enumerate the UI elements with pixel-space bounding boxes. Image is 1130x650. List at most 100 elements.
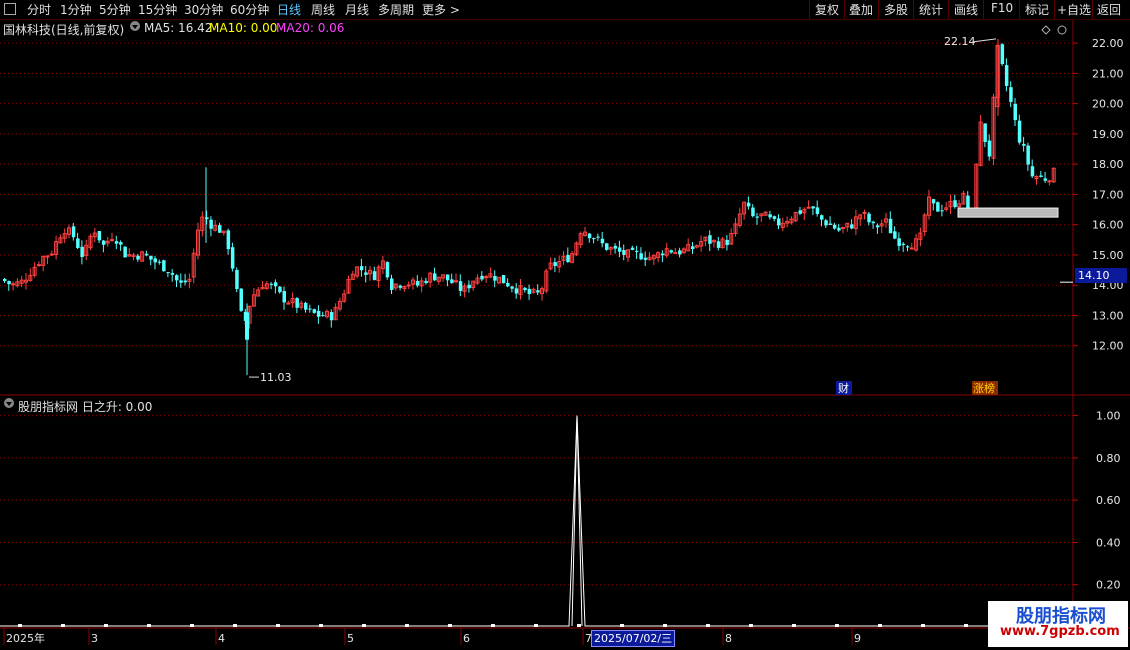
cost-band	[957, 207, 1059, 218]
candle-body	[1043, 178, 1048, 181]
candle-body	[359, 266, 364, 271]
indicator-dot	[577, 624, 581, 627]
candle-body	[3, 278, 7, 282]
candle-body	[936, 202, 940, 212]
indicator-dot	[276, 624, 280, 627]
date-label: 6	[463, 632, 470, 645]
candle-body	[445, 274, 450, 281]
candle-body	[966, 195, 970, 210]
candle-body	[772, 216, 777, 219]
candle-body	[669, 250, 673, 253]
candle-body	[893, 231, 897, 239]
candle-body	[1000, 44, 1005, 64]
indicator-dot	[706, 624, 710, 627]
dropdown-icon[interactable]	[4, 398, 14, 408]
candle-body	[123, 246, 127, 258]
diamond-icon	[1041, 25, 1051, 35]
candle-body	[136, 255, 140, 260]
candle-body	[278, 286, 282, 293]
dropdown-icon[interactable]	[130, 21, 140, 31]
candle-body	[239, 288, 243, 311]
price-tick-label: 12.00	[1092, 340, 1124, 353]
date-label: 4	[218, 632, 225, 645]
candle-body	[725, 239, 729, 246]
indicator-line	[0, 415, 1060, 627]
candle-body	[162, 260, 166, 272]
candle-body	[837, 227, 841, 231]
candle-body	[613, 245, 618, 249]
candle-body	[364, 272, 368, 275]
candle-body	[592, 238, 596, 240]
candle-body	[888, 218, 893, 234]
candle-body	[245, 312, 249, 340]
candle-body	[398, 285, 403, 288]
indicator-dot	[233, 624, 237, 627]
candle-body	[811, 206, 815, 209]
candle-body	[295, 298, 299, 308]
candle-body	[777, 218, 781, 226]
cursor-date-tag: 2025/07/02/三	[591, 630, 676, 647]
candle-body	[708, 235, 712, 244]
candle-body	[170, 273, 175, 275]
candle-body	[940, 210, 944, 212]
candle-body	[501, 275, 506, 284]
candle-body	[458, 281, 463, 291]
indicator-dot	[620, 624, 624, 627]
candle-body	[157, 261, 162, 263]
candle-body	[820, 215, 824, 220]
candle-body	[144, 253, 149, 256]
candle-body	[1039, 175, 1043, 177]
candle-body	[600, 238, 605, 244]
candle-body	[114, 241, 119, 244]
candle-body	[269, 283, 274, 285]
stock-title[interactable]: 国林科技(日线,前复权)	[3, 21, 124, 38]
indicator-dot	[362, 624, 366, 627]
candle-body	[617, 247, 622, 252]
indicator-dot	[749, 624, 753, 627]
candle-body	[746, 202, 751, 207]
candle-body	[372, 271, 377, 281]
price-tick-label: 17.00	[1092, 188, 1124, 201]
value-tick-label: 0.40	[1096, 536, 1121, 549]
candle-body	[875, 225, 880, 228]
current-price-tag: 14.10	[1075, 268, 1127, 283]
candle-body	[1013, 103, 1017, 121]
candle-body	[321, 315, 325, 317]
candle-body	[815, 207, 820, 214]
date-label: 8	[725, 632, 732, 645]
candle-body	[1047, 180, 1052, 183]
candle-body	[406, 284, 411, 287]
candle-body	[536, 290, 540, 293]
candle-body	[587, 233, 592, 239]
candle-body	[390, 278, 394, 290]
kline-chart[interactable]: 22.00 21.00 20.00 19.00 18.00 17.00 16.00 15.00…	[0, 0, 1130, 650]
price-tick-label: 21.00	[1092, 67, 1124, 80]
indicator-dot	[405, 624, 409, 627]
candle-body	[7, 281, 11, 285]
candle-body	[179, 280, 183, 283]
indicator-dot	[104, 624, 108, 627]
candle-body	[660, 253, 665, 256]
candle-body	[622, 250, 626, 255]
price-tick-label: 20.00	[1092, 98, 1124, 111]
candle-body	[983, 123, 987, 142]
candle-body	[1017, 120, 1022, 143]
candle-body	[824, 220, 828, 226]
candle-body	[691, 246, 695, 250]
candle-body	[71, 226, 76, 238]
indicator-dot	[319, 624, 323, 627]
candle-body	[605, 243, 609, 250]
price-tick-label: 22.00	[1092, 37, 1124, 50]
indicator-dot	[18, 624, 22, 627]
candle-body	[484, 276, 489, 279]
candle-body	[467, 284, 471, 289]
candle-body	[273, 282, 278, 287]
candle-body	[49, 253, 54, 256]
candle-body	[630, 247, 635, 250]
value-tick-label: 1.00	[1096, 410, 1121, 423]
candle-body	[153, 258, 157, 263]
high-pointer	[972, 38, 997, 43]
candle-body	[514, 288, 519, 294]
price-tick-label: 18.00	[1092, 158, 1124, 171]
candle-body	[226, 230, 231, 250]
